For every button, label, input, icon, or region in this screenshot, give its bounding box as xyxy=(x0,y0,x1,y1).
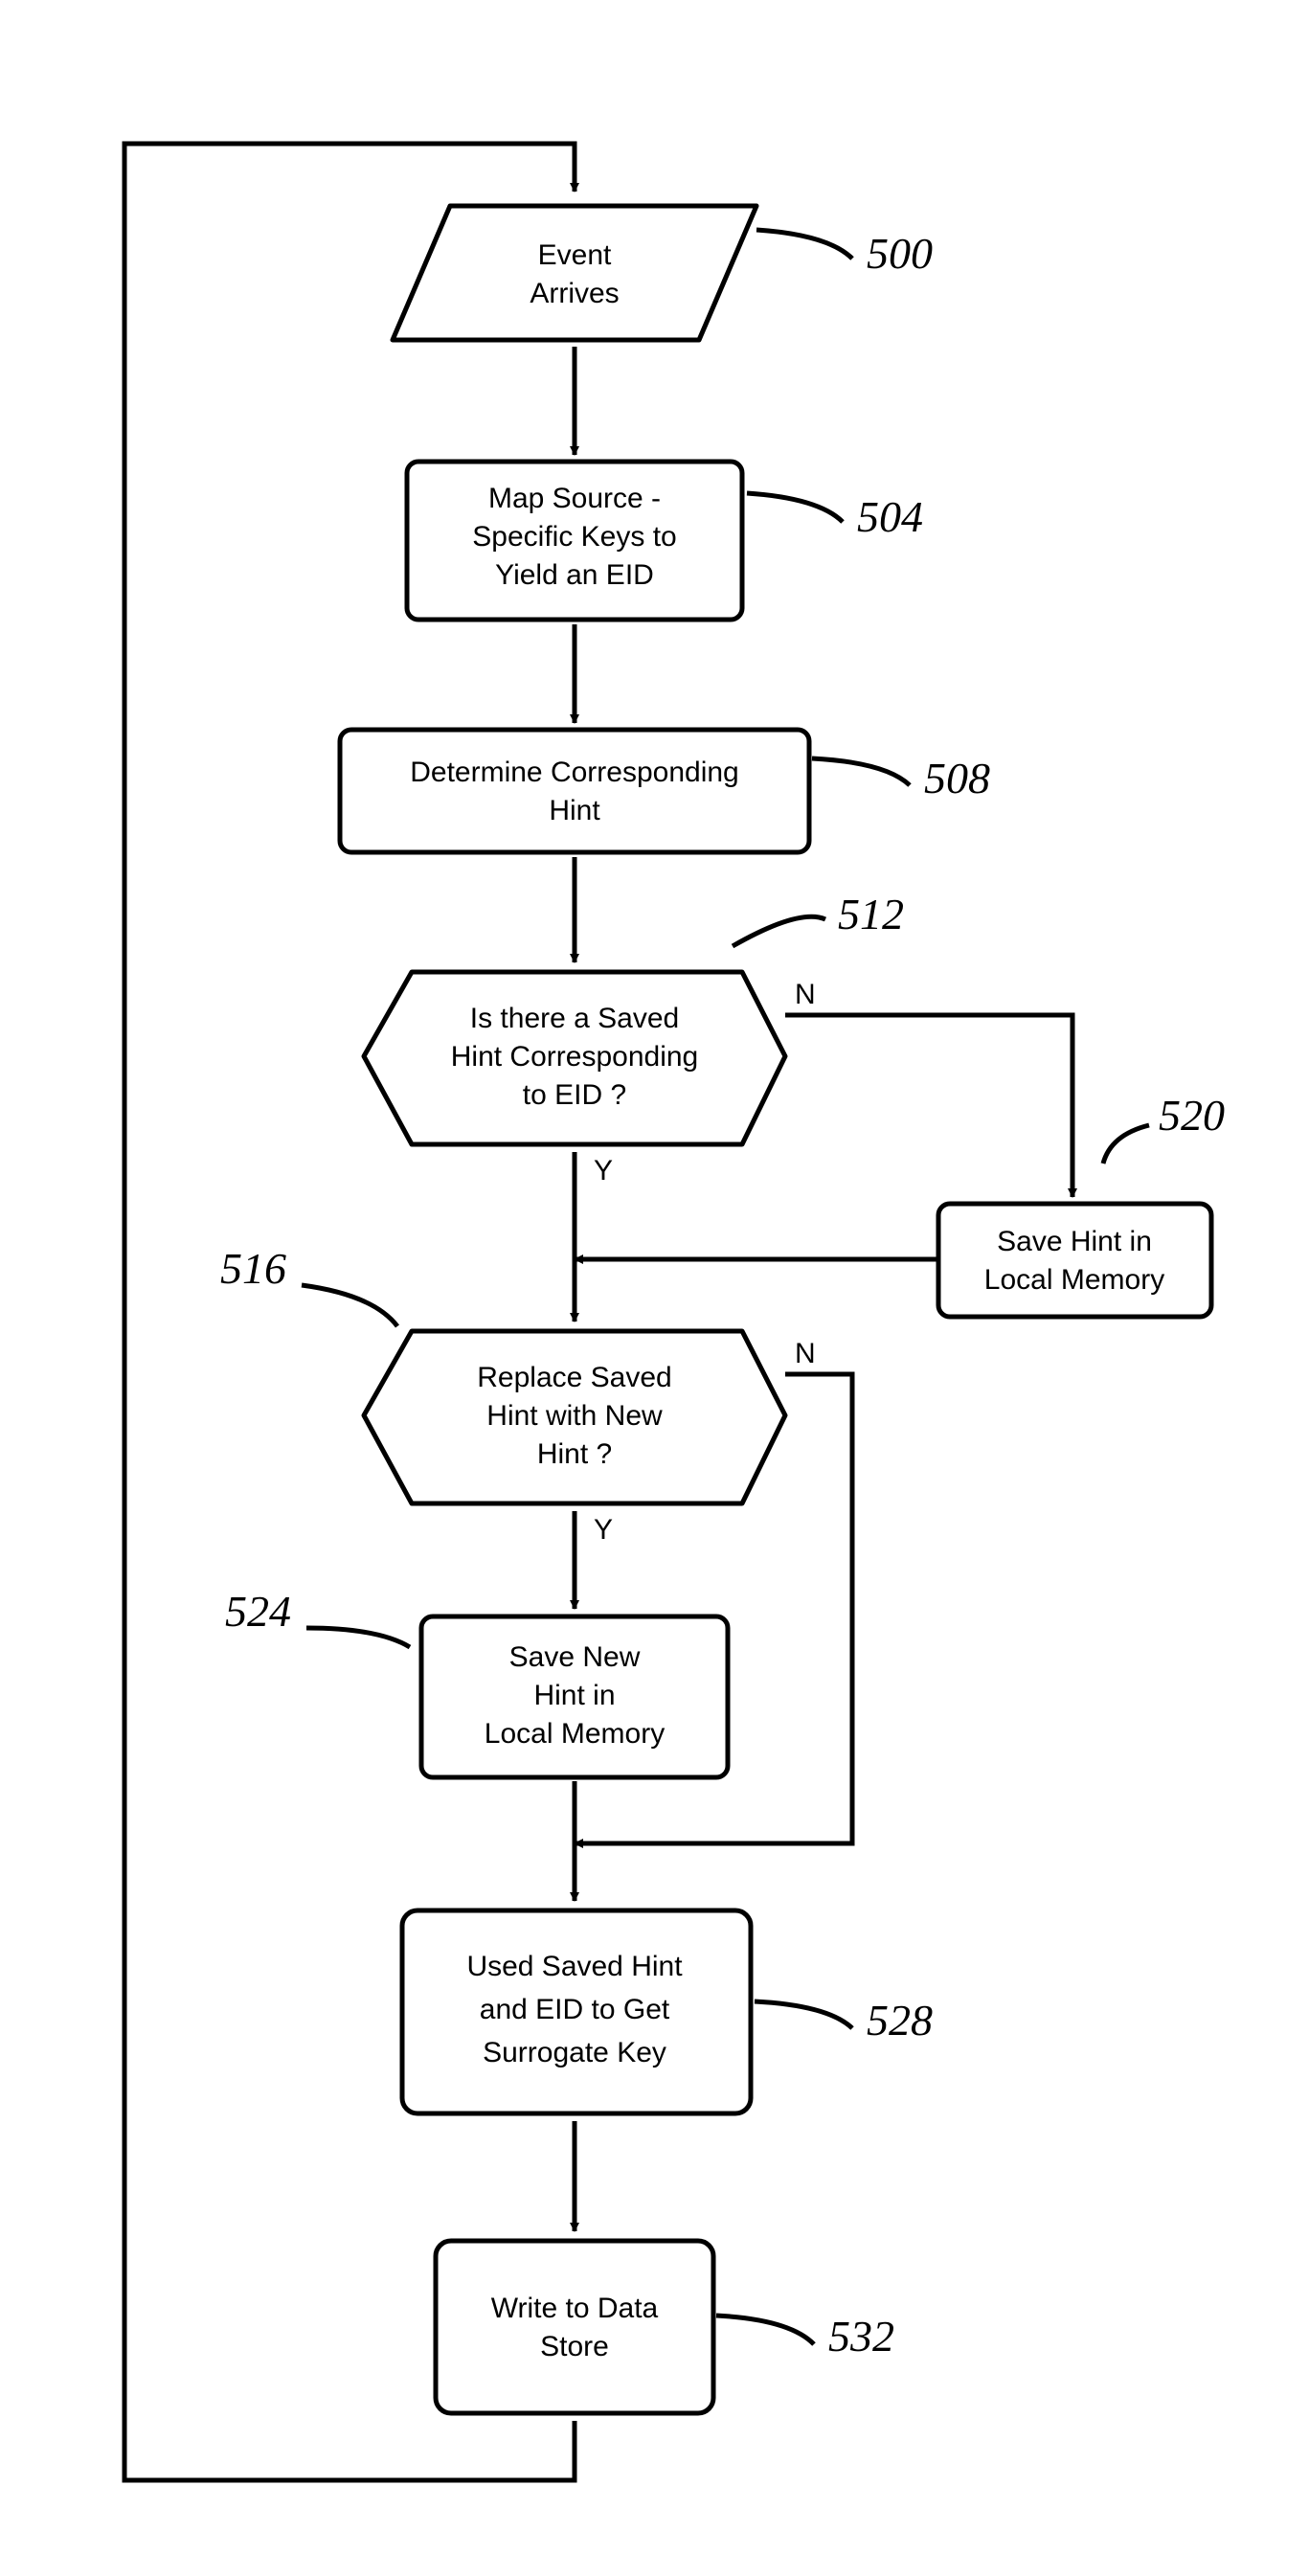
n512-l1: Is there a Saved xyxy=(470,1003,679,1034)
n516-l1: Replace Saved xyxy=(477,1362,671,1393)
n504-l1: Map Source - xyxy=(488,483,661,514)
n532-l2: Store xyxy=(540,2331,609,2362)
n508-l1: Determine Corresponding xyxy=(410,757,739,788)
n528-l2: and EID to Get xyxy=(480,1994,670,2025)
n520-l2: Local Memory xyxy=(984,1264,1164,1296)
n516-l2: Hint with New xyxy=(486,1400,663,1432)
label-516: 516 xyxy=(220,1244,286,1293)
n512-l2: Hint Corresponding xyxy=(451,1041,698,1073)
label-512: 512 xyxy=(838,890,904,938)
n528-l3: Surrogate Key xyxy=(483,2037,666,2068)
n500-l2: Arrives xyxy=(530,278,619,309)
label-532: 532 xyxy=(828,2312,894,2361)
n504-l2: Specific Keys to xyxy=(472,521,676,553)
branch-516-y: Y xyxy=(594,1514,613,1546)
n532-l1: Write to Data xyxy=(491,2293,659,2324)
label-520: 520 xyxy=(1159,1091,1225,1140)
n520-l1: Save Hint in xyxy=(997,1226,1152,1257)
n524-l3: Local Memory xyxy=(485,1718,665,1750)
node-save-hint-local: Save Hint in Local Memory xyxy=(938,1204,1211,1317)
n516-l3: Hint ? xyxy=(537,1438,612,1470)
node-map-source-keys: Map Source - Specific Keys to Yield an E… xyxy=(407,462,742,620)
n504-l3: Yield an EID xyxy=(495,559,654,591)
n508-l2: Hint xyxy=(549,795,600,826)
n500-l1: Event xyxy=(538,239,612,271)
label-500: 500 xyxy=(867,229,933,278)
node-use-hint-get-key: Used Saved Hint and EID to Get Surrogate… xyxy=(402,1910,751,2113)
branch-512-y: Y xyxy=(594,1155,613,1186)
node-saved-hint-exists: Is there a Saved Hint Corresponding to E… xyxy=(364,972,785,1144)
label-508: 508 xyxy=(924,754,990,802)
node-determine-hint: Determine Corresponding Hint xyxy=(340,730,809,852)
branch-516-n: N xyxy=(795,1338,816,1369)
flowchart: Event Arrives 500 Map Source - Specific … xyxy=(19,19,1309,2557)
n524-l1: Save New xyxy=(509,1641,641,1673)
n524-l2: Hint in xyxy=(533,1680,615,1711)
n528-l1: Used Saved Hint xyxy=(466,1951,683,1982)
label-528: 528 xyxy=(867,1996,933,2045)
node-replace-saved-hint: Replace Saved Hint with New Hint ? xyxy=(364,1331,785,1503)
node-save-new-hint: Save New Hint in Local Memory xyxy=(421,1616,728,1777)
n512-l3: to EID ? xyxy=(523,1079,626,1111)
branch-512-n: N xyxy=(795,979,816,1010)
label-524: 524 xyxy=(225,1587,291,1636)
node-event-arrives: Event Arrives xyxy=(393,206,756,340)
label-504: 504 xyxy=(857,492,923,541)
node-write-data-store: Write to Data Store xyxy=(436,2241,713,2413)
